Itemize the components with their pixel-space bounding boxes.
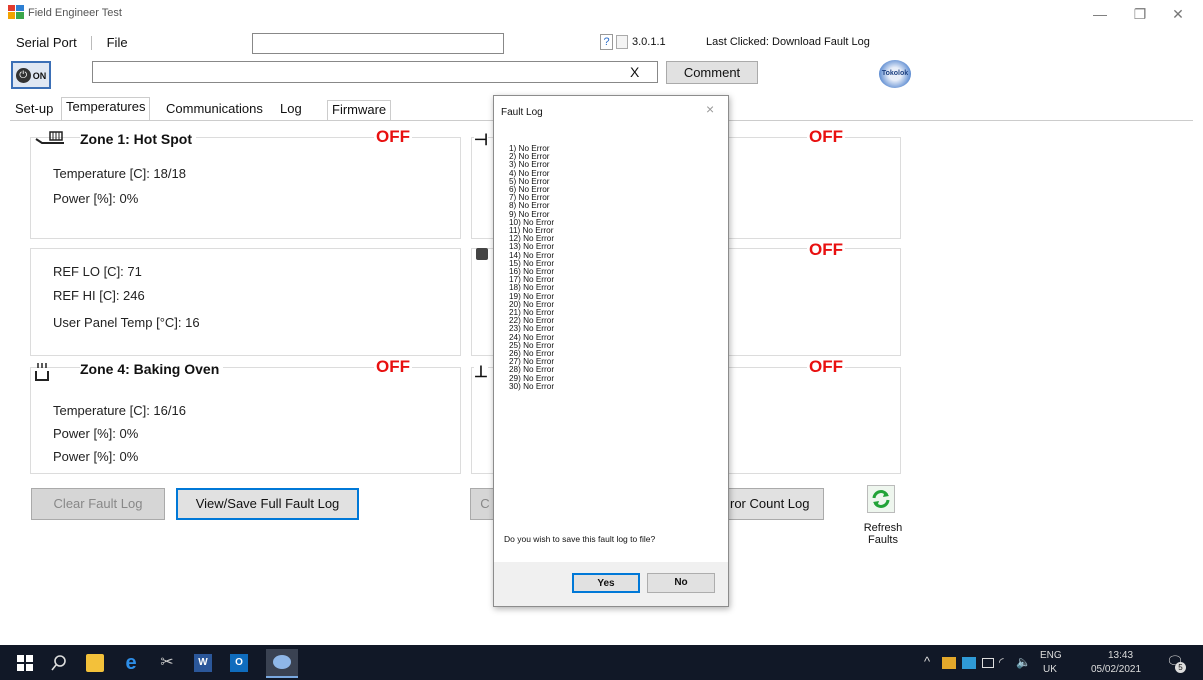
zone4-title: Zone 4: Baking Oven [80,361,224,377]
tab-setup[interactable]: Set-up [11,100,57,120]
tab-communications[interactable]: Communications [162,100,267,120]
zone5-status: OFF [807,357,845,377]
zone4-power: Power [%]: 0% [53,426,139,441]
app-icon [8,5,24,19]
search-icon[interactable] [50,654,68,672]
battery-icon[interactable] [982,658,994,668]
tab-firmware[interactable]: Firmware [327,100,392,120]
zone4-status: OFF [374,357,412,377]
language-indicator[interactable]: ENG [1040,650,1062,661]
ref-lo-value: REF LO [C]: 71 [53,264,142,279]
fault-log-dialog: Fault Log × 1) No Error 2) No Error 3) No … [493,95,729,607]
zone4-power-secondary: Power [%]: 0% [53,449,139,464]
tab-log[interactable]: Log [276,100,306,120]
tab-temperatures[interactable]: Temperatures [61,97,151,120]
power-toggle-button[interactable]: ⏻ ON [11,61,51,89]
clock-time[interactable]: 13:43 [1108,650,1133,661]
power-icon: ⏻ [15,68,31,84]
region-indicator[interactable]: UK [1043,664,1057,675]
clock-date[interactable]: 05/02/2021 [1091,664,1141,675]
status-textbox[interactable] [252,33,504,54]
dialog-close-icon[interactable]: × [706,101,714,117]
zone2-icon: ⊣ [474,130,488,150]
zone1-status: OFF [374,127,412,147]
baking-oven-icon [35,363,49,381]
zone5-icon: ⊥ [474,362,488,382]
fault-log-entry: 30) No Error [509,381,555,391]
snipping-tool-icon[interactable]: ✂ [158,654,176,672]
clear-input-button[interactable]: X [630,64,639,80]
view-save-fault-log-button[interactable]: View/Save Full Fault Log [176,488,359,520]
file-explorer-icon[interactable] [86,654,104,672]
restore-icon[interactable]: ❐ [1125,4,1155,24]
word-icon[interactable]: W [194,654,212,672]
zone3-status: OFF [807,240,845,260]
zone1-title: Zone 1: Hot Spot [80,131,196,147]
power-state-label: ON [32,70,47,81]
field-engineer-app-taskbar-button[interactable] [266,649,298,678]
minimize-icon[interactable]: — [1085,4,1115,24]
menu-bar: Serial Port File [10,32,134,54]
menu-divider [91,35,93,50]
zone2-status: OFF [807,127,845,147]
notification-count-badge: 5 [1175,662,1186,673]
tray-app-icon[interactable] [942,657,956,669]
fault-log-list: 1) No Error 2) No Error 3) No Error 4) No E… [509,144,555,391]
no-button[interactable]: No [647,573,715,593]
show-hidden-icons-chevron-icon[interactable]: ^ [924,654,930,669]
zone4-temperature: Temperature [C]: 16/16 [53,403,186,418]
edge-browser-icon[interactable]: e [122,653,140,673]
title-bar: Field Engineer Test — ❐ ✕ [0,0,1203,28]
comment-button[interactable]: Comment [666,61,758,84]
field-engineer-app-icon [273,655,291,669]
last-clicked-label: Last Clicked: Download Fault Log [706,36,870,48]
window-title: Field Engineer Test [28,7,122,19]
save-question: Do you wish to save this fault log to fi… [504,534,656,544]
brand-logo: Tokolok [879,60,911,88]
zone1-power: Power [%]: 0% [53,191,139,206]
menu-serial-port[interactable]: Serial Port [10,32,83,53]
refresh-faults-label: Refresh Faults [863,522,903,546]
zone3-icon [476,248,488,260]
ref-hi-value: REF HI [C]: 246 [53,288,145,303]
zone1-panel [30,137,461,239]
wifi-icon[interactable]: ◜ [999,655,1004,669]
version-label: 3.0.1.1 [632,36,666,48]
document-icon [616,35,628,49]
menu-file[interactable]: File [101,32,134,53]
user-panel-temp: User Panel Temp [°C]: 16 [53,315,200,330]
clear-fault-log-button[interactable]: Clear Fault Log [31,488,165,520]
dialog-title: Fault Log [501,107,543,118]
close-icon[interactable]: ✕ [1163,4,1193,24]
zone1-temperature: Temperature [C]: 18/18 [53,166,186,181]
windows-start-icon[interactable] [16,654,34,672]
volume-icon[interactable]: 🔈 [1016,655,1031,669]
outlook-icon[interactable]: O [230,654,248,672]
command-input[interactable] [92,61,658,83]
help-icon[interactable]: ? [600,34,613,50]
hot-spot-icon [35,131,64,144]
refresh-faults-icon[interactable] [867,485,895,513]
tray-network-app-icon[interactable] [962,657,976,669]
taskbar: e ✂ W O ^ ◜ 🔈 ENG UK 13:43 05/02/2021 🗨 … [0,645,1203,680]
yes-button[interactable]: Yes [572,573,640,593]
dialog-footer: Yes No [494,562,728,606]
